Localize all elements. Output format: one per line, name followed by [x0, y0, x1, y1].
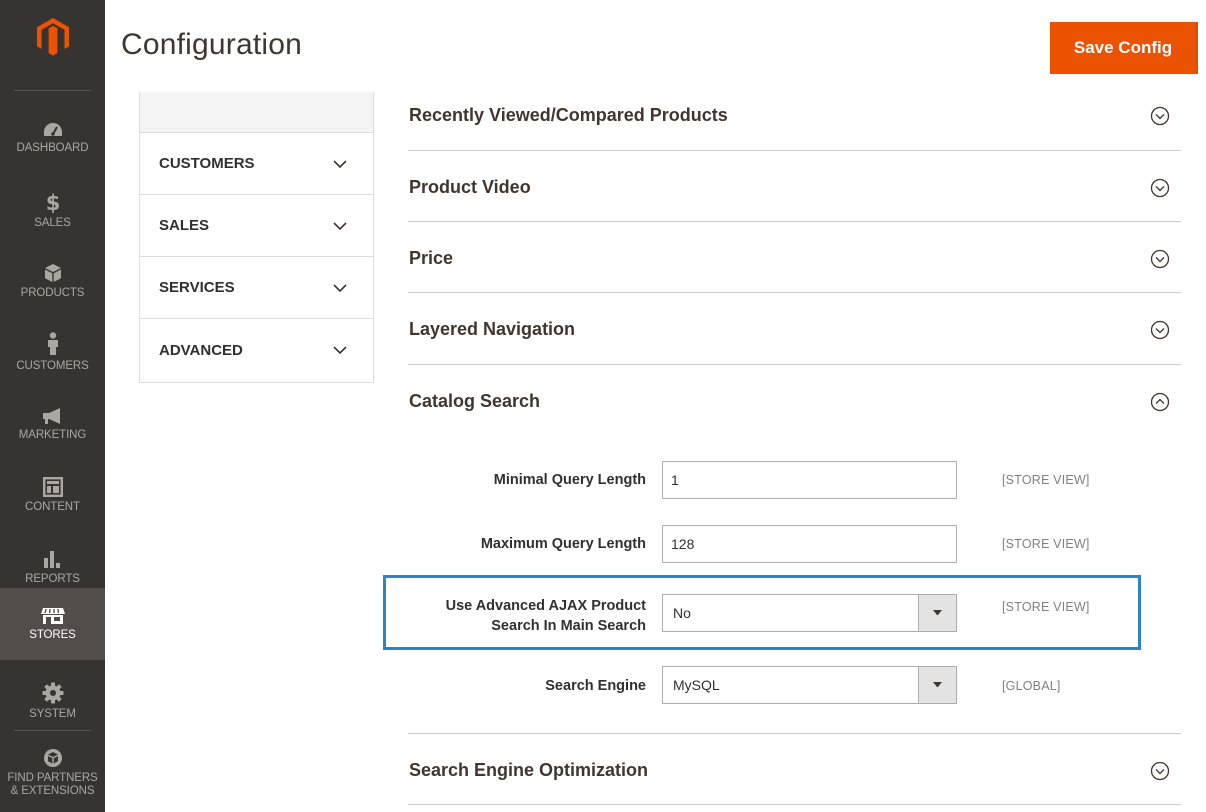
config-tabs: CUSTOMERS SALES SERVICES ADVANCED: [139, 92, 374, 383]
partners-cube-icon: [43, 749, 62, 767]
nav-item-label: SALES: [34, 216, 71, 229]
scope-label: [GLOBAL]: [1002, 679, 1061, 693]
tab-label: CUSTOMERS: [159, 155, 255, 172]
min-query-length-label: Minimal Query Length: [493, 472, 646, 488]
expand-circle-icon: [1150, 249, 1170, 269]
caret-down-icon: [933, 682, 942, 688]
cube-icon: [44, 263, 61, 282]
page-title: Configuration: [121, 28, 303, 61]
nav-item-label: CUSTOMERS: [16, 359, 89, 372]
section-recently-viewed[interactable]: Recently Viewed/Compared Products: [408, 92, 1181, 151]
nav-item-label: SYSTEM: [29, 707, 76, 720]
section-title: Product Video: [409, 177, 531, 197]
person-icon: [47, 331, 58, 355]
section-title[interactable]: Catalog Search: [409, 391, 540, 412]
tab-customers[interactable]: CUSTOMERS: [140, 133, 373, 195]
nav-item-customers[interactable]: CUSTOMERS: [0, 316, 105, 388]
nav-item-label: REPORTS: [25, 572, 80, 585]
nav-item-dashboard[interactable]: DASHBOARD: [0, 102, 105, 174]
chevron-down-icon: [333, 159, 347, 168]
tab-sales[interactable]: SALES: [140, 195, 373, 257]
max-query-length-label: Maximum Query Length: [480, 536, 646, 552]
dashboard-icon: [43, 122, 62, 136]
tab-label: SERVICES: [159, 279, 235, 296]
dollar-icon: $: [45, 191, 60, 213]
section-seo[interactable]: Search Engine Optimization: [408, 734, 1181, 805]
expand-circle-icon: [1150, 320, 1170, 340]
tab-advanced[interactable]: ADVANCED: [140, 319, 373, 381]
scope-label: [STORE VIEW]: [1002, 473, 1090, 487]
logo-divider: [14, 90, 91, 91]
storefront-icon: [40, 607, 65, 624]
chevron-down-icon: [333, 283, 347, 292]
magento-logo-icon: [36, 18, 69, 56]
min-query-length-input[interactable]: 1: [662, 461, 957, 499]
collapse-circle-icon[interactable]: [1150, 392, 1170, 412]
expand-circle-icon: [1150, 106, 1170, 126]
nav-item-label-line1: FIND PARTNERS: [7, 772, 98, 784]
chevron-down-icon: [333, 221, 347, 230]
section-price[interactable]: Price: [408, 222, 1181, 293]
tab-label: SALES: [159, 217, 210, 234]
nav-item-sales[interactable]: $ SALES: [0, 174, 105, 246]
section-title: Price: [409, 248, 454, 268]
admin-menu: DASHBOARD $ SALES PRODUCTS CUSTOMERS MAR…: [0, 0, 105, 812]
nav-item-marketing[interactable]: MARKETING: [0, 388, 105, 460]
nav-item-label: MARKETING: [18, 428, 87, 441]
expand-circle-icon: [1150, 178, 1170, 198]
search-engine-select[interactable]: MySQL: [662, 666, 957, 704]
svg-text:$: $: [45, 191, 60, 213]
tab-services[interactable]: SERVICES: [140, 257, 373, 319]
chevron-down-icon: [333, 346, 347, 354]
scope-label: [STORE VIEW]: [1002, 537, 1090, 551]
section-title: Search Engine Optimization: [409, 760, 649, 780]
magento-logo[interactable]: [0, 0, 105, 90]
nav-item-content[interactable]: CONTENT: [0, 459, 105, 531]
nav-divider: [14, 730, 91, 731]
nav-item-label: DASHBOARD: [16, 141, 89, 154]
section-title: Recently Viewed/Compared Products: [409, 105, 728, 125]
nav-item-system[interactable]: SYSTEM: [0, 665, 105, 737]
nav-item-label: PRODUCTS: [20, 286, 85, 299]
expand-circle-icon: [1150, 761, 1170, 781]
search-engine-label: Search Engine: [545, 678, 646, 694]
section-product-video[interactable]: Product Video: [408, 151, 1181, 222]
layout-icon: [42, 476, 63, 497]
tab-label: ADVANCED: [159, 341, 243, 359]
nav-item-stores[interactable]: STORES: [0, 588, 105, 660]
section-title: Layered Navigation: [409, 319, 576, 339]
nav-item-label-line2: & EXTENSIONS: [10, 785, 95, 797]
select-arrow: [918, 667, 956, 703]
megaphone-icon: [42, 407, 60, 424]
save-config-button[interactable]: Save Config: [1050, 22, 1198, 74]
nav-item-label: CONTENT: [25, 500, 80, 513]
bar-chart-icon: [43, 550, 60, 568]
section-layered-navigation[interactable]: Layered Navigation: [408, 293, 1181, 365]
highlight-box: [383, 575, 1141, 650]
nav-item-find-partners[interactable]: FIND PARTNERS & EXTENSIONS: [0, 738, 105, 808]
max-query-length-input[interactable]: 128: [662, 525, 957, 563]
config-tabs-top: [140, 92, 373, 133]
nav-item-label: STORES: [29, 628, 76, 641]
gear-icon: [42, 682, 63, 703]
select-value: MySQL: [673, 677, 720, 693]
nav-item-products[interactable]: PRODUCTS: [0, 245, 105, 317]
